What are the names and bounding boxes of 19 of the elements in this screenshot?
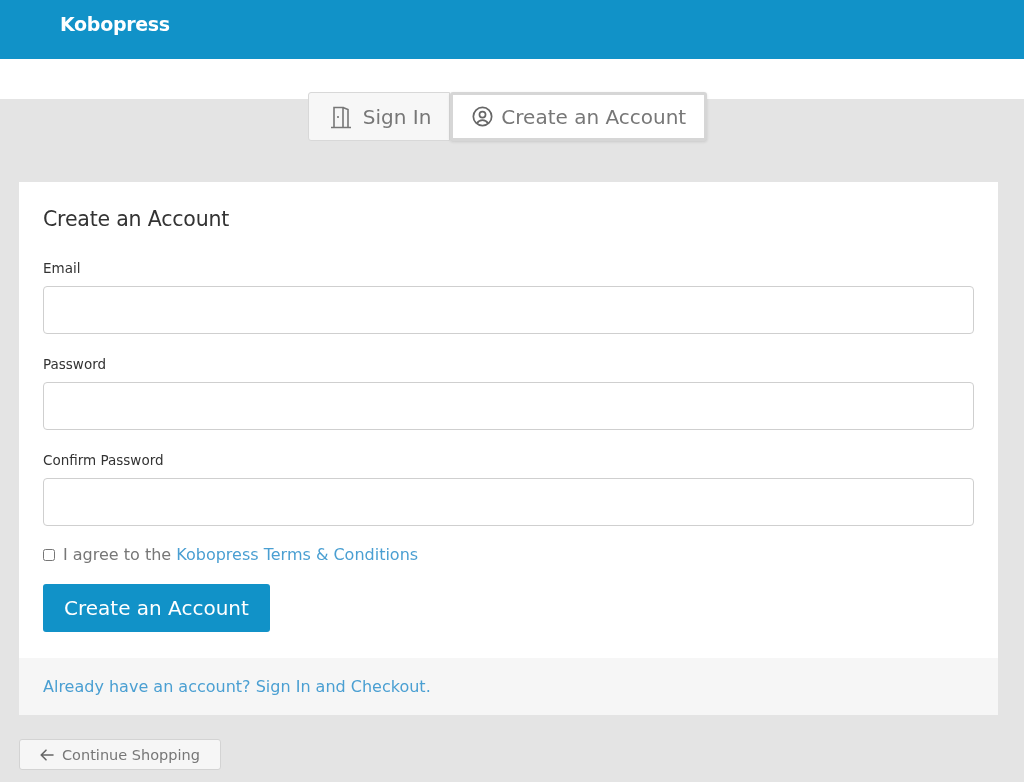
input-field[interactable]	[43, 478, 974, 526]
person-circle-icon	[472, 106, 494, 127]
create-account-button[interactable]: Create an Account	[43, 584, 270, 632]
terms-link[interactable]: Kobopress Terms & Conditions	[176, 545, 419, 564]
input-field[interactable]	[43, 286, 974, 334]
continue-shopping-button[interactable]: Continue Shopping	[19, 739, 221, 770]
terms-agreement-text: I agree to the Kobopress Terms & Conditions	[63, 545, 419, 565]
form-title: Create an Account	[43, 206, 231, 233]
arrow-left-icon	[40, 748, 54, 761]
field-label: Password	[43, 356, 107, 372]
tab[interactable]: Sign In	[307, 92, 451, 141]
field-label: Confirm Password	[43, 452, 164, 468]
door-icon	[328, 104, 353, 129]
terms-checkbox[interactable]	[43, 549, 55, 561]
brand-name: Kobopress	[60, 12, 170, 35]
tab[interactable]: Create an Account	[450, 92, 708, 141]
field-label: Email	[43, 260, 81, 276]
sign-in-link[interactable]: Already have an account? Sign In and Checkout.	[43, 676, 431, 697]
input-field[interactable]	[43, 382, 974, 430]
